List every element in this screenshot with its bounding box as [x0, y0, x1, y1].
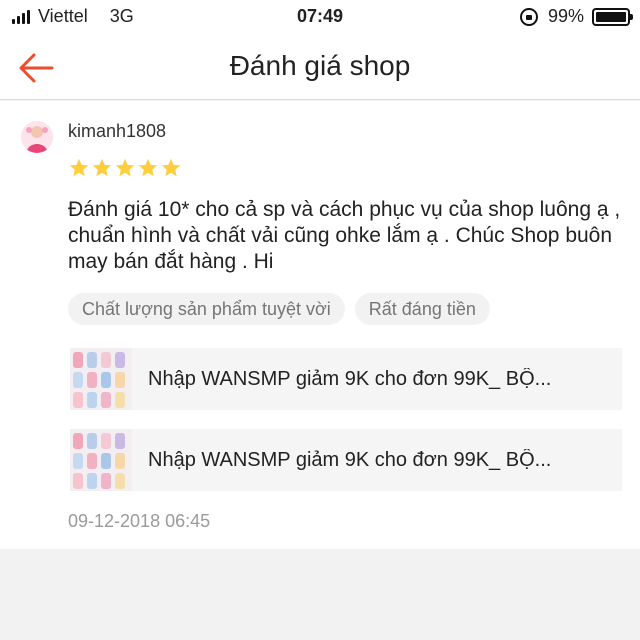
review-tag: Rất đáng tiền [354, 293, 490, 325]
avatar[interactable] [21, 121, 53, 153]
product-name: Nhập WANSMP giảm 9K cho đơn 99K_ BỘ... [148, 448, 552, 471]
product-thumbnail [70, 429, 132, 491]
page-title: Đánh giá shop [229, 50, 411, 81]
nav-bar: Đánh giá shop [0, 34, 640, 100]
star-icon [115, 158, 135, 177]
review-tag: Chất lượng sản phẩm tuyệt vời [68, 293, 345, 325]
star-icon [92, 158, 112, 177]
review-date: 09-12-2018 06:45 [68, 511, 211, 531]
review-card: kimanh1808 Đánh giá 10* cho cả sp và các… [0, 101, 640, 549]
star-icon [138, 158, 158, 177]
star-icon [69, 158, 89, 177]
rotation-lock-icon [519, 7, 538, 26]
product-thumbnail [70, 348, 132, 410]
product-item[interactable]: Nhập WANSMP giảm 9K cho đơn 99K_ BỘ... [70, 429, 622, 491]
star-rating [68, 157, 183, 179]
status-bar: Viettel 3G 07:49 99% [0, 0, 640, 34]
star-icon [161, 158, 181, 177]
review-username: kimanh1808 [68, 121, 167, 141]
battery-percent: 99% [547, 6, 584, 26]
review-text: Đánh giá 10* cho cả sp và cách phục vụ c… [68, 198, 621, 273]
status-right: 99% [519, 6, 633, 27]
product-item[interactable]: Nhập WANSMP giảm 9K cho đơn 99K_ BỘ... [70, 348, 622, 410]
battery-icon [592, 7, 633, 26]
review-tags: Chất lượng sản phẩm tuyệt vời Rất đáng t… [68, 293, 500, 325]
product-name: Nhập WANSMP giảm 9K cho đơn 99K_ BỘ... [148, 367, 552, 390]
